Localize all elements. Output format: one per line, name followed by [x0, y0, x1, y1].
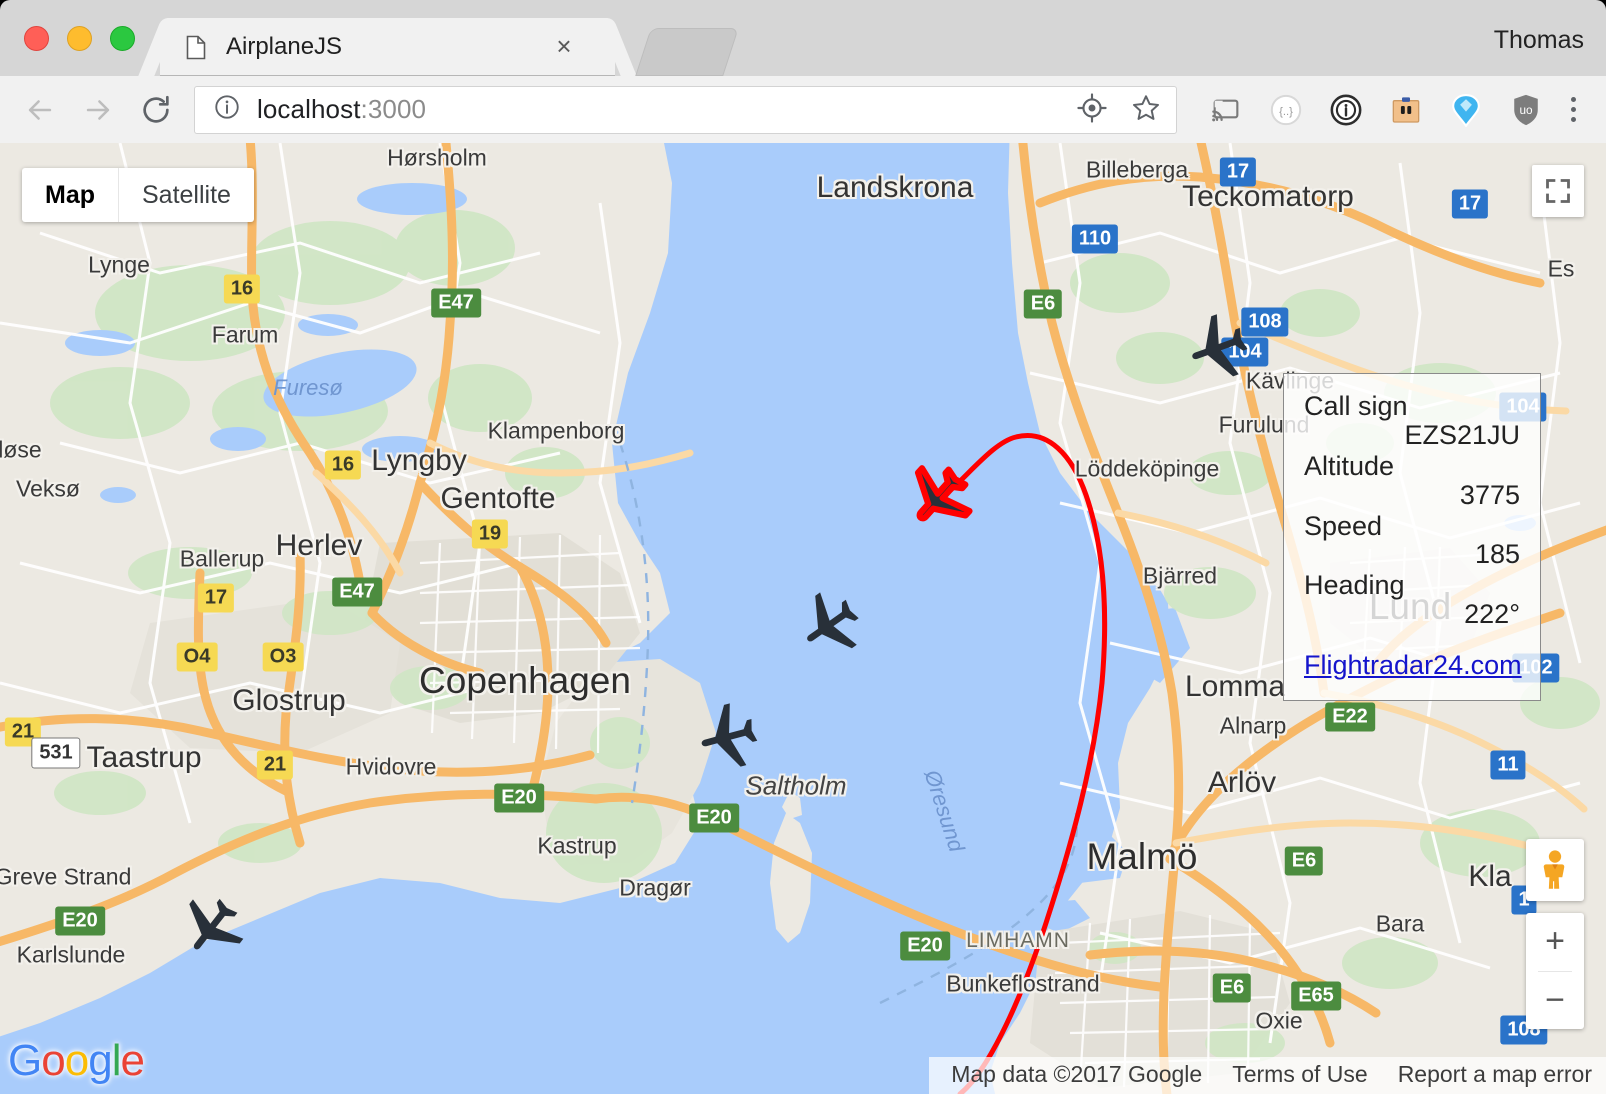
svg-text:uo: uo	[1519, 103, 1533, 116]
info-row-heading: Heading 222°	[1304, 571, 1520, 629]
info-value: 185	[1474, 539, 1520, 570]
title-bar: AirplaneJS × Thomas	[0, 0, 1606, 76]
logo-letter: g	[88, 1036, 113, 1085]
info-circle-icon[interactable]	[213, 93, 241, 126]
profile-name[interactable]: Thomas	[1494, 26, 1584, 55]
url-host: localhost	[257, 94, 361, 124]
report-map-error-link[interactable]: Report a map error	[1398, 1061, 1592, 1088]
fullscreen-icon[interactable]	[1532, 165, 1584, 217]
zoom-controls[interactable]: + −	[1526, 913, 1584, 1029]
url-port: :3000	[360, 94, 427, 124]
new-tab-button[interactable]	[635, 28, 739, 76]
ublock-shield-icon[interactable]: uo	[1509, 93, 1543, 127]
flightradar24-link[interactable]: Flightradar24.com	[1304, 651, 1522, 680]
google-logo: Google	[8, 1036, 145, 1086]
info-key: Speed	[1304, 510, 1383, 541]
info-badge-icon[interactable]	[1329, 93, 1363, 127]
map-type-map-button[interactable]: Map	[22, 168, 119, 222]
svg-text:{..}: {..}	[1279, 105, 1293, 117]
logo-letter: o	[41, 1036, 66, 1085]
browser-chrome: AirplaneJS × Thomas localhost:3000 {..} …	[0, 0, 1606, 143]
map-attribution: Map data ©2017 Google Terms of Use Repor…	[929, 1057, 1606, 1094]
minimize-window-button[interactable]	[67, 26, 92, 51]
browser-tab[interactable]: AirplaneJS ×	[160, 18, 615, 76]
three-dots-menu-icon[interactable]	[1571, 97, 1576, 122]
browser-toolbar: localhost:3000 {..} uo	[0, 76, 1606, 143]
info-row-speed: Speed 185	[1304, 510, 1520, 570]
arrow-left-icon[interactable]	[18, 88, 62, 132]
info-key: Heading	[1304, 570, 1405, 601]
zoom-in-button[interactable]: +	[1526, 913, 1584, 971]
diamond-extension-icon[interactable]	[1449, 93, 1483, 127]
logo-letter: G	[8, 1036, 42, 1085]
info-key: Altitude	[1304, 450, 1395, 481]
zoom-out-button[interactable]: −	[1526, 972, 1584, 1030]
info-key: Call sign	[1304, 391, 1408, 421]
map-type-control[interactable]: Map Satellite	[22, 168, 254, 222]
cast-icon[interactable]	[1209, 93, 1243, 127]
close-icon[interactable]: ×	[551, 33, 577, 60]
close-window-button[interactable]	[24, 26, 49, 51]
logo-letter: e	[120, 1036, 145, 1085]
pegman-streetview-icon[interactable]	[1526, 839, 1584, 901]
map-type-satellite-button[interactable]: Satellite	[119, 168, 254, 222]
location-target-icon[interactable]	[1076, 92, 1108, 129]
document-icon	[186, 35, 206, 60]
info-value: 3775	[1459, 479, 1520, 510]
url-text: localhost:3000	[257, 94, 426, 125]
address-bar[interactable]: localhost:3000	[194, 85, 1177, 135]
map-data-attribution: Map data ©2017 Google	[951, 1061, 1203, 1087]
browser-window: AirplaneJS × Thomas localhost:3000 {..} …	[0, 0, 1606, 1094]
window-controls	[24, 26, 135, 51]
outlet-extension-icon[interactable]	[1389, 93, 1423, 127]
info-row-altitude: Altitude 3775	[1304, 450, 1520, 510]
star-icon[interactable]	[1130, 92, 1162, 129]
info-value: 222°	[1464, 599, 1520, 630]
maximize-window-button[interactable]	[110, 26, 135, 51]
terms-of-use-link[interactable]: Terms of Use	[1232, 1061, 1367, 1088]
json-viewer-icon[interactable]: {..}	[1269, 93, 1303, 127]
tab-strip: AirplaneJS ×	[160, 18, 739, 76]
info-value: EZS21JU	[1404, 419, 1520, 450]
tab-title: AirplaneJS	[226, 33, 343, 60]
omnibox-actions	[1076, 87, 1162, 135]
logo-letter: o	[64, 1036, 90, 1085]
flight-info-panel: Call sign EZS21JU Altitude 3775 Speed 18…	[1283, 373, 1541, 701]
google-map[interactable]: HørsholmerødLyngeFarumFuresøKlampenborgL…	[0, 143, 1606, 1094]
extension-icons: {..} uo	[1209, 93, 1543, 127]
info-row-callsign: Call sign EZS21JU	[1304, 392, 1520, 450]
reload-icon[interactable]	[134, 88, 178, 132]
arrow-right-icon[interactable]	[76, 88, 120, 132]
